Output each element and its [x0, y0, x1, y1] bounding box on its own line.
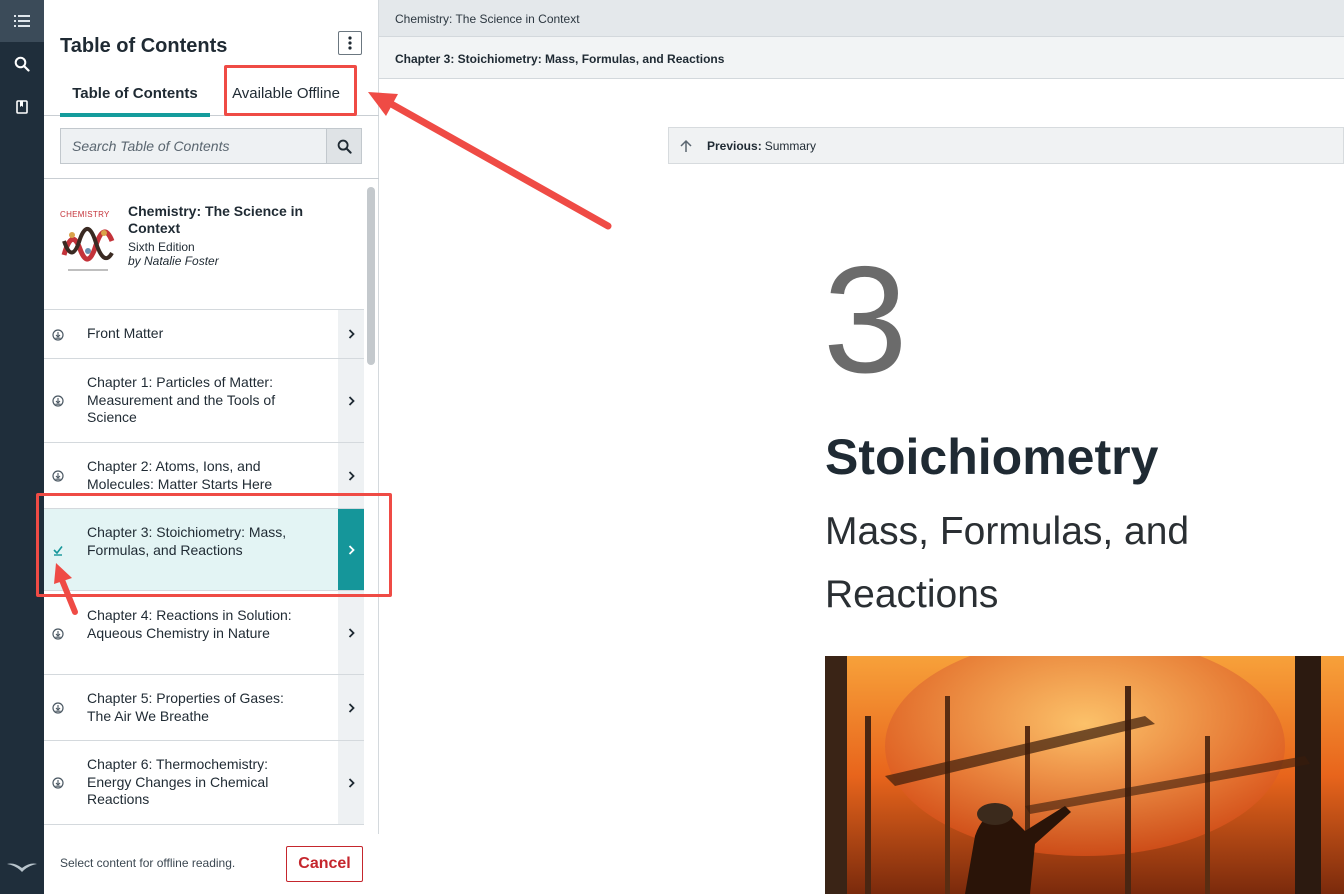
expand-button[interactable] — [338, 443, 364, 508]
tab-available-offline[interactable]: Available Offline — [226, 70, 346, 116]
chevron-right-icon — [348, 470, 355, 481]
cancel-button[interactable]: Cancel — [286, 846, 363, 882]
expand-button[interactable] — [338, 310, 364, 358]
toc-item-label: Chapter 5: Properties of Gases: The Air … — [87, 690, 284, 724]
offline-footer: Select content for offline reading. Canc… — [44, 834, 379, 894]
chevron-right-icon — [348, 544, 355, 555]
book-author: by Natalie Foster — [128, 254, 219, 268]
search-button[interactable] — [326, 129, 361, 163]
toc-item-label: Chapter 6: Thermochemistry: Energy Chang… — [87, 756, 269, 807]
expand-button[interactable] — [338, 675, 364, 740]
toc-item-chapter-1[interactable]: Chapter 1: Particles of Matter: Measurem… — [44, 359, 364, 443]
toc-item-label: Chapter 1: Particles of Matter: Measurem… — [87, 374, 276, 425]
chevron-right-icon — [348, 395, 355, 406]
toc-item-front-matter[interactable]: Front Matter — [44, 310, 364, 359]
toc-search — [60, 128, 362, 164]
toc-item-chapter-2[interactable]: Chapter 2: Atoms, Ions, and Molecules: M… — [44, 443, 364, 509]
breadcrumb-book[interactable]: Chemistry: The Science in Context — [379, 0, 1344, 37]
breadcrumb-chapter[interactable]: Chapter 3: Stoichiometry: Mass, Formulas… — [379, 37, 1344, 79]
download-icon[interactable] — [52, 329, 64, 341]
search-icon[interactable] — [0, 43, 44, 85]
download-icon[interactable] — [52, 702, 64, 714]
tab-table-of-contents[interactable]: Table of Contents — [60, 70, 210, 117]
toc-item-label: Chapter 4: Reactions in Solution: Aqueou… — [87, 607, 292, 641]
download-icon[interactable] — [52, 395, 64, 407]
chapter-title: Stoichiometry — [825, 429, 1159, 485]
chapter-opener-photo — [825, 656, 1344, 894]
chapter-subtitle: Mass, Formulas, and Reactions — [825, 510, 1190, 616]
offline-hint: Select content for offline reading. — [60, 856, 236, 870]
book-edition: Sixth Edition — [128, 240, 195, 254]
left-rail — [0, 0, 44, 894]
previous-target: Summary — [764, 138, 817, 153]
arrow-up-icon — [680, 139, 692, 152]
panel-tabs: Table of Contents Available Offline — [44, 70, 379, 117]
book-cover-art — [61, 227, 115, 271]
previous-label: Previous: — [707, 138, 762, 153]
book-header: CHEMISTRY Chemistry: The Science in Cont… — [44, 179, 364, 310]
reader-content: Chemistry: The Science in Context Chapte… — [379, 0, 1344, 894]
chevron-right-icon — [348, 777, 355, 788]
panel-title: Table of Contents — [60, 35, 228, 57]
toc-scrollbar[interactable] — [367, 187, 375, 365]
toc-item-label: Front Matter — [87, 325, 164, 341]
search-input[interactable] — [61, 129, 326, 163]
download-icon[interactable] — [52, 628, 64, 640]
bird-logo-icon — [0, 856, 44, 876]
download-icon[interactable] — [52, 777, 64, 789]
more-options-button[interactable] — [338, 31, 362, 55]
chapter-number: 3 — [823, 235, 908, 405]
toc-panel: Table of Contents Table of Contents Avai… — [44, 0, 379, 894]
kebab-icon — [348, 36, 352, 50]
download-icon[interactable] — [52, 470, 64, 482]
expand-button[interactable] — [338, 591, 364, 674]
previous-section-link[interactable]: Previous: Summary — [668, 127, 1344, 164]
chevron-right-icon — [348, 702, 355, 713]
toc-item-label: Chapter 2: Atoms, Ions, and Molecules: M… — [87, 458, 273, 492]
toc-item-chapter-5[interactable]: Chapter 5: Properties of Gases: The Air … — [44, 675, 364, 741]
expand-button[interactable] — [338, 741, 364, 824]
toc-item-chapter-4[interactable]: Chapter 4: Reactions in Solution: Aqueou… — [44, 591, 364, 675]
toc-item-chapter-6[interactable]: Chapter 6: Thermochemistry: Energy Chang… — [44, 741, 364, 825]
search-icon — [337, 139, 352, 154]
bookmark-icon[interactable] — [0, 86, 44, 128]
downloaded-check-icon[interactable] — [52, 544, 64, 556]
book-title[interactable]: Chemistry: The Science in Context — [128, 203, 348, 237]
toc-list-icon[interactable] — [0, 0, 44, 42]
toc-item-chapter-3[interactable]: Chapter 3: Stoichiometry: Mass, Formulas… — [44, 509, 364, 591]
chevron-right-icon — [348, 329, 355, 339]
chevron-right-icon — [348, 627, 355, 638]
expand-button[interactable] — [338, 359, 364, 442]
toc-list: CHEMISTRY Chemistry: The Science in Cont… — [44, 178, 379, 826]
book-cover: CHEMISTRY — [60, 205, 116, 275]
expand-button[interactable] — [338, 509, 364, 590]
toc-item-label: Chapter 3: Stoichiometry: Mass, Formulas… — [87, 524, 287, 558]
